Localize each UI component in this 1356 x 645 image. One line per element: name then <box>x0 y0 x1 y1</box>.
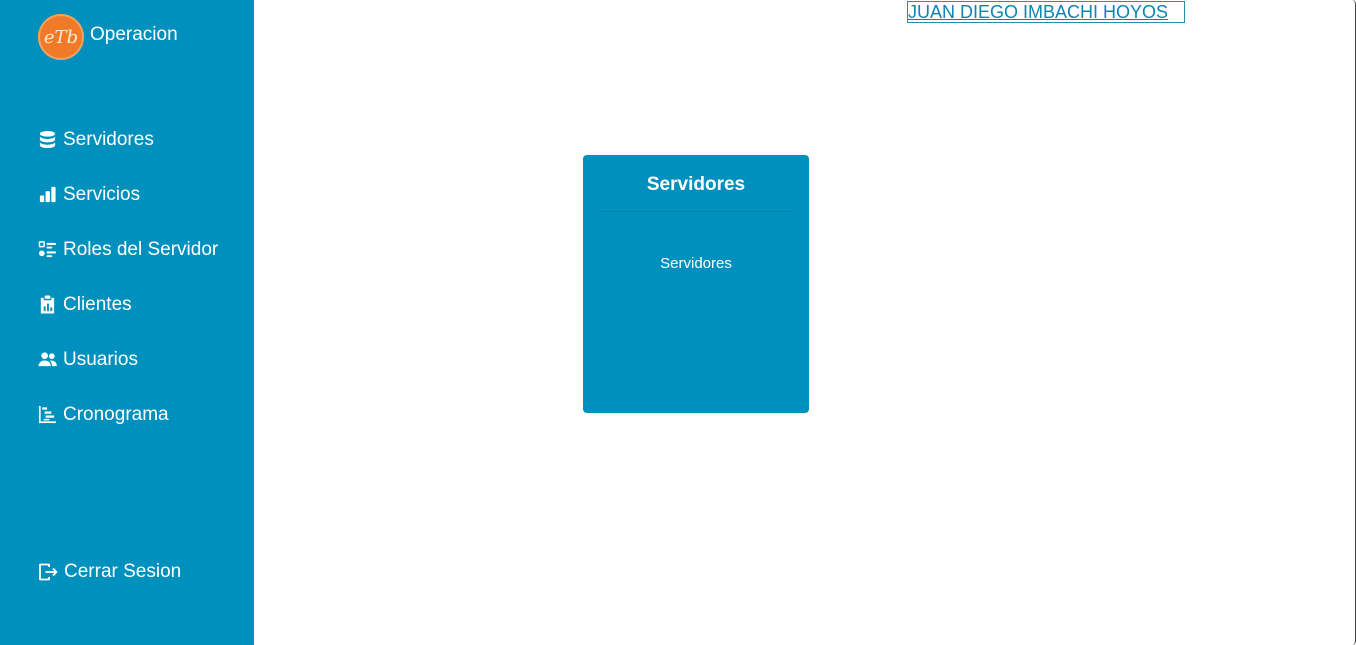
card-divider <box>598 211 794 212</box>
sidebar-item-roles[interactable]: Roles del Servidor <box>38 235 218 264</box>
servidores-card[interactable]: Servidores Servidores <box>583 155 809 413</box>
sidebar-item-label: Cronograma <box>63 403 169 425</box>
sidebar-item-cronograma[interactable]: Cronograma <box>38 400 218 429</box>
etb-logo: eTb <box>38 14 84 60</box>
card-title: Servidores <box>646 174 746 195</box>
users-icon <box>38 352 57 367</box>
sidebar-item-label: Roles del Servidor <box>63 238 219 260</box>
sidebar-item-servidores[interactable]: Servidores <box>38 125 218 154</box>
sidebar: eTb Operacion Servidores Servicios Roles… <box>0 0 254 645</box>
card-text: Servidores <box>660 255 732 272</box>
sidebar-item-label: Servicios <box>63 183 141 205</box>
sign-out-icon <box>39 563 58 581</box>
logout-button[interactable]: Cerrar Sesion <box>38 561 181 583</box>
database-icon <box>39 130 56 149</box>
sidebar-item-label: Usuarios <box>63 348 138 370</box>
sidebar-item-label: Servidores <box>63 128 154 150</box>
sidebar-item-usuarios[interactable]: Usuarios <box>38 345 218 374</box>
brand[interactable]: eTb Operacion <box>38 14 178 60</box>
window-edge <box>1352 0 1356 645</box>
sidebar-item-clientes[interactable]: Clientes <box>38 290 218 319</box>
brand-name: Operacion <box>90 24 178 45</box>
bar-chart-icon <box>39 186 56 203</box>
clipboard-icon <box>40 295 55 314</box>
list-icon <box>38 241 57 258</box>
sidebar-item-servicios[interactable]: Servicios <box>38 180 218 209</box>
sidebar-nav: Servidores Servicios Roles del Servidor <box>38 125 218 455</box>
gantt-icon <box>38 405 57 424</box>
user-name-link[interactable]: JUAN DIEGO IMBACHI HOYOS <box>907 1 1185 23</box>
sidebar-item-label: Clientes <box>63 293 132 315</box>
logout-label: Cerrar Sesion <box>64 561 182 582</box>
